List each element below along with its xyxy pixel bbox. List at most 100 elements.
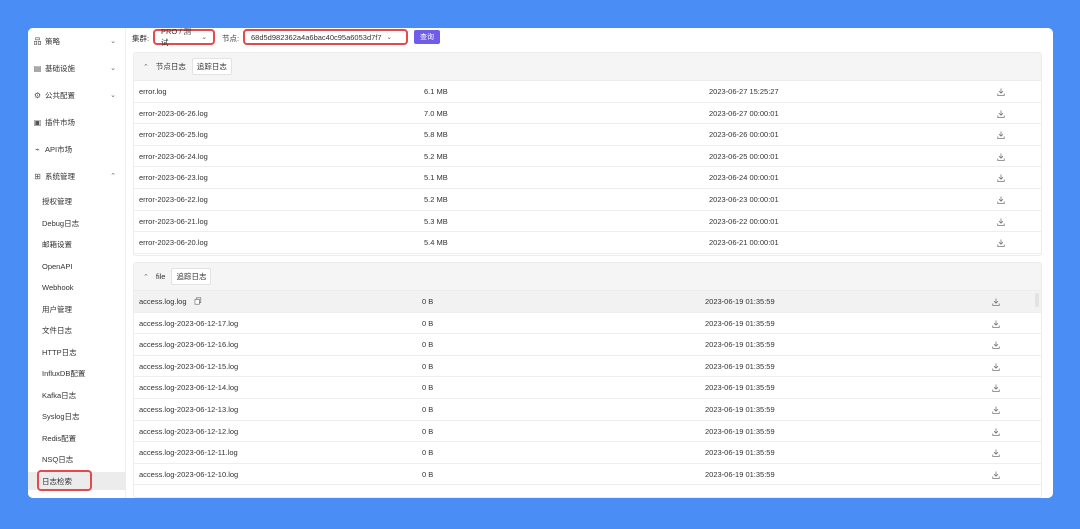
- download-icon[interactable]: [996, 195, 1006, 205]
- strategy-icon: 品: [33, 36, 42, 46]
- highlight-box: [37, 470, 92, 491]
- sidebar-item-email-settings[interactable]: 邮箱设置: [28, 235, 126, 253]
- sidebar-group-infrastructure[interactable]: ▤ 基础设施 ⌄: [28, 58, 126, 78]
- table-row: access.log-2023-06-12-17.log 0 B 2023-06-1…: [134, 313, 1041, 335]
- table-row: access.log-2023-06-12-16.log 0 B 2023-06-1…: [134, 334, 1041, 356]
- file-time-cell: 2023-06-27 00:00:01: [709, 108, 779, 118]
- sidebar-item-openapi[interactable]: OpenAPI: [28, 257, 126, 275]
- file-time-cell: 2023-06-19 01:35:59: [705, 361, 775, 371]
- file-size-cell: 5.1 MB: [424, 173, 448, 183]
- chevron-up-icon[interactable]: ⌃: [143, 63, 149, 71]
- sidebar-item-label: NSQ日志: [42, 454, 74, 464]
- download-icon[interactable]: [996, 152, 1006, 162]
- node-log-table: error.log 6.1 MB 2023-06-27 15:25:27 error-…: [134, 81, 1041, 254]
- file-time-cell: 2023-06-26 00:00:01: [709, 130, 779, 140]
- sidebar-item-user-management[interactable]: 用户管理: [28, 300, 126, 318]
- sidebar-group-label: API市场: [45, 144, 73, 154]
- download-icon[interactable]: [991, 448, 1001, 458]
- download-icon[interactable]: [991, 340, 1001, 350]
- download-icon[interactable]: [996, 130, 1006, 140]
- sidebar-group-public-config[interactable]: ⚙ 公共配置 ⌄: [28, 85, 126, 105]
- download-icon[interactable]: [996, 238, 1006, 248]
- sidebar-group-strategy[interactable]: 品 策略 ⌄: [28, 31, 126, 51]
- sidebar-item-influxdb-config[interactable]: InfluxDB配置: [28, 364, 126, 382]
- file-size-cell: 5.3 MB: [424, 216, 448, 226]
- file-size-cell: 0 B: [422, 340, 434, 350]
- download-icon[interactable]: [996, 173, 1006, 183]
- table-row: access.log-2023-06-12-14.log 0 B 2023-06-1…: [134, 377, 1041, 399]
- file-name-cell: access.log-2023-06-12-11.log: [139, 448, 238, 458]
- file-size-cell: 0 B: [422, 404, 434, 414]
- download-icon[interactable]: [991, 319, 1001, 329]
- download-icon[interactable]: [991, 427, 1001, 437]
- sidebar-item-log-search[interactable]: 日志检索: [28, 470, 126, 491]
- file-log-panel: ⌃ file 追踪日志 access.log.log 0 B 2023-06-19 …: [133, 262, 1042, 498]
- sidebar-item-label: 文件日志: [42, 325, 72, 335]
- grid-icon: ⊞: [34, 171, 41, 181]
- sidebar-item-kafka-log[interactable]: Kafka日志: [28, 386, 126, 404]
- table-row: error-2023-06-20.log 5.4 MB 2023-06-21 00:…: [134, 232, 1041, 254]
- file-time-cell: 2023-06-19 01:35:59: [705, 404, 775, 414]
- sidebar-group-api-market[interactable]: ⌁ API市场: [28, 139, 126, 159]
- sidebar-item-nsq-log[interactable]: NSQ日志: [28, 450, 126, 468]
- file-size-cell: 0 B: [422, 361, 434, 371]
- chevron-up-icon[interactable]: ⌃: [143, 273, 149, 281]
- table-row: access.log-2023-06-12-15.log 0 B 2023-06-1…: [134, 356, 1041, 378]
- file-name-cell: error-2023-06-25.log: [139, 130, 208, 140]
- sidebar-item-webhook[interactable]: Webhook: [28, 278, 126, 296]
- download-icon[interactable]: [996, 217, 1006, 227]
- sidebar-item-label: Webhook: [42, 282, 74, 292]
- table-row: access.log-2023-06-12-11.log 0 B 2023-06-1…: [134, 442, 1041, 464]
- node-select[interactable]: 68d5d982362a4a6bac40c95a6053d7f7 ⌄: [243, 29, 408, 45]
- sidebar-item-http-log[interactable]: HTTP日志: [28, 343, 126, 361]
- scrollbar[interactable]: [1035, 293, 1039, 307]
- download-icon[interactable]: [991, 362, 1001, 372]
- sidebar-item-label: OpenAPI: [42, 261, 73, 271]
- sidebar-item-file-log[interactable]: 文件日志: [28, 321, 126, 339]
- sidebar-item-label: Debug日志: [42, 218, 80, 228]
- file-size-cell: 0 B: [422, 297, 434, 306]
- file-name-cell: error-2023-06-23.log: [139, 173, 208, 183]
- node-log-panel-header[interactable]: ⌃ 节点日志 追踪日志: [134, 53, 1041, 81]
- app-window: 品 策略 ⌄ ▤ 基础设施 ⌄ ⚙ 公共配置 ⌄ ▣ 插件市场 ⌁ API市场 …: [28, 28, 1053, 498]
- table-row: error.log 6.1 MB 2023-06-27 15:25:27: [134, 81, 1041, 103]
- file-name-cell: access.log-2023-06-12-14.log: [139, 383, 239, 393]
- file-name-cell: error-2023-06-20.log: [139, 238, 208, 248]
- download-icon[interactable]: [991, 405, 1001, 415]
- file-time-cell: 2023-06-19 01:35:59: [705, 448, 775, 458]
- table-row: error-2023-06-22.log 5.2 MB 2023-06-23 00:…: [134, 189, 1041, 211]
- sidebar-item-label: 授权管理: [42, 196, 72, 206]
- file-name-cell: access.log-2023-06-12-13.log: [139, 404, 239, 414]
- download-icon[interactable]: [991, 470, 1001, 480]
- file-time-cell: 2023-06-19 01:35:59: [705, 383, 775, 393]
- file-size-cell: 5.2 MB: [424, 151, 448, 161]
- file-name-cell: error.log: [139, 87, 167, 96]
- sidebar-item-syslog-log[interactable]: Syslog日志: [28, 407, 126, 425]
- sidebar-item-debug-log[interactable]: Debug日志: [28, 214, 126, 232]
- chevron-down-icon: ⌄: [110, 65, 116, 72]
- download-icon[interactable]: [996, 109, 1006, 119]
- copy-icon[interactable]: [194, 297, 202, 307]
- node-label: 节点:: [222, 34, 240, 43]
- sidebar: 品 策略 ⌄ ▤ 基础设施 ⌄ ⚙ 公共配置 ⌄ ▣ 插件市场 ⌁ API市场 …: [28, 28, 126, 498]
- file-size-cell: 5.2 MB: [424, 194, 448, 204]
- download-icon[interactable]: [991, 383, 1001, 393]
- tail-log-button[interactable]: 追踪日志: [191, 58, 232, 75]
- file-name-cell: access.log-2023-06-12-16.log: [139, 340, 239, 350]
- sidebar-group-label: 系统管理: [45, 171, 75, 181]
- sidebar-item-redis-config[interactable]: Redis配置: [28, 429, 126, 447]
- chevron-down-icon: ⌄: [201, 34, 207, 41]
- file-time-cell: 2023-06-22 00:00:01: [709, 216, 779, 226]
- sidebar-group-system-management[interactable]: ⊞ 系统管理 ⌃: [28, 166, 126, 186]
- sidebar-group-label: 公共配置: [45, 90, 75, 100]
- tail-log-button[interactable]: 追踪日志: [171, 268, 212, 285]
- cluster-select[interactable]: PRO / 测试 ⌄: [153, 28, 215, 47]
- sidebar-item-authorization[interactable]: 授权管理: [28, 192, 126, 210]
- query-button[interactable]: 查询: [414, 30, 440, 44]
- download-icon[interactable]: [991, 297, 1001, 307]
- download-icon[interactable]: [996, 87, 1006, 97]
- file-name-cell: access.log-2023-06-12-17.log: [139, 318, 239, 328]
- sidebar-group-label: 基础设施: [45, 63, 75, 73]
- file-log-panel-header[interactable]: ⌃ file 追踪日志: [134, 263, 1041, 291]
- sidebar-group-plugin-market[interactable]: ▣ 插件市场: [28, 112, 126, 132]
